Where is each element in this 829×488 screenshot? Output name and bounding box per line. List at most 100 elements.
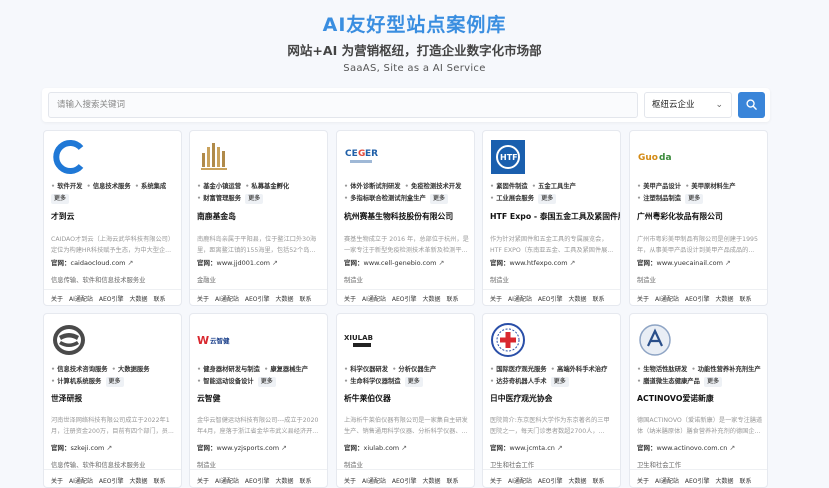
footer-link[interactable]: 大数据 [423,478,441,485]
case-card[interactable]: XIULAB 科学仪器研发 分析仪器生产 生命科学仪器制造 更多析牛莱伯仪器上海析… [336,313,475,488]
more-tags-button[interactable]: 更多 [685,194,704,204]
external-link-icon[interactable]: ↗ [570,259,576,267]
footer-link[interactable]: 大数据 [716,478,734,485]
case-card[interactable]: 基金小镇运营 私募基金孵化 财富管理服务 更多南鹿基金岛南鹿科岛亲属于平阳县，位… [189,130,328,306]
website-link[interactable]: caidaocloud.com [71,259,126,267]
external-link-icon[interactable]: ↗ [128,259,134,267]
more-tags-button[interactable]: 更多 [429,194,448,204]
footer-link[interactable]: 联系 [154,478,166,485]
external-link-icon[interactable]: ↗ [729,444,735,452]
footer-link[interactable]: 大数据 [569,296,587,303]
website-link[interactable]: www.jcmta.cn [510,444,555,452]
category-select[interactable]: 枢纽云企业 ⌄ [644,92,732,118]
footer-link[interactable]: 联系 [447,478,459,485]
footer-link[interactable]: AEO引擎 [538,296,563,303]
external-link-icon[interactable]: ↗ [438,259,444,267]
footer-link[interactable]: 关于 [490,296,502,303]
more-tags-button[interactable]: 更多 [704,377,723,387]
external-link-icon[interactable]: ↗ [557,444,563,452]
footer-link[interactable]: AI通配站 [69,478,93,485]
footer-link[interactable]: 联系 [300,478,312,485]
footer-link[interactable]: AI通配站 [215,478,239,485]
footer-link[interactable]: 联系 [740,478,752,485]
footer-link[interactable]: 大数据 [276,296,294,303]
case-card[interactable]: 信息技术咨询服务 大数据服务 计算机系统服务 更多世泽研报河南世泽网络科技有限公… [43,313,182,488]
footer-link[interactable]: AEO引擎 [685,478,710,485]
footer-link[interactable]: AEO引擎 [99,296,124,303]
footer-link[interactable]: AI通配站 [508,296,532,303]
search-input[interactable] [48,92,638,118]
company-name[interactable]: 广州粤彩化妆品有限公司 [637,211,723,222]
case-card[interactable]: CEGER 体外诊断试剂研发 免疫检测技术开发 多指标联合检测试剂盒生产 更多杭州… [336,130,475,306]
footer-link[interactable]: AI通配站 [655,296,679,303]
footer-link[interactable]: 关于 [197,296,209,303]
footer-link[interactable]: AEO引擎 [245,478,270,485]
footer-link[interactable]: 联系 [593,296,605,303]
company-name[interactable]: 析牛莱伯仪器 [344,393,391,404]
external-link-icon[interactable]: ↗ [106,444,112,452]
company-name[interactable]: 杭州赛基生物科技股份有限公司 [344,211,453,222]
footer-link[interactable]: AEO引擎 [392,478,417,485]
footer-link[interactable]: 大数据 [130,478,148,485]
company-name[interactable]: 世泽研报 [51,393,82,404]
more-tags-button[interactable]: 更多 [550,377,569,387]
footer-link[interactable]: 联系 [447,296,459,303]
footer-link[interactable]: 大数据 [130,296,148,303]
footer-link[interactable]: AI通配站 [655,478,679,485]
company-name[interactable]: HTF Expo - 泰国五金工具及紧固件展 [490,211,620,222]
case-card[interactable]: 软件开发 信息技术服务 系统集成 更多才到云 CAIDAO才到云（上海云武华科技有… [43,130,182,306]
more-tags-button[interactable]: 更多 [257,377,276,387]
footer-link[interactable]: 大数据 [276,478,294,485]
more-tags-button[interactable]: 更多 [51,194,70,204]
footer-link[interactable]: AI通配站 [215,296,239,303]
footer-link[interactable]: 大数据 [423,296,441,303]
footer-link[interactable]: AI通配站 [69,296,93,303]
search-button[interactable] [738,92,765,118]
more-tags-button[interactable]: 更多 [105,377,124,387]
website-link[interactable]: szkeji.com [71,444,105,452]
company-name[interactable]: 日中医疗观光协会 [490,393,552,404]
footer-link[interactable]: 关于 [197,478,209,485]
case-card[interactable]: 生物活性肽研发 功能性营养补充剂生产 膳道微生态健康产品 更多 ACTINOVO爱… [629,313,768,488]
footer-link[interactable]: 关于 [637,296,649,303]
website-link[interactable]: www.yzjsports.com [217,444,280,452]
case-card[interactable]: 国际医疗观光服务 高端外科手术治疗 达芬奇机器人手术 更多日中医疗观光协会医院简… [482,313,621,488]
footer-link[interactable]: AEO引擎 [99,478,124,485]
footer-link[interactable]: AI通配站 [362,478,386,485]
footer-link[interactable]: AI通配站 [508,478,532,485]
case-card[interactable]: HTF 紧固件制造 五金工具生产 工业展会服务 更多 HTF Expo - 泰国五金… [482,130,621,306]
footer-link[interactable]: 关于 [51,478,63,485]
footer-link[interactable]: 关于 [51,296,63,303]
external-link-icon[interactable]: ↗ [401,444,407,452]
footer-link[interactable]: 联系 [593,478,605,485]
footer-link[interactable]: 关于 [344,478,356,485]
footer-link[interactable]: 关于 [344,296,356,303]
external-link-icon[interactable]: ↗ [272,259,278,267]
footer-link[interactable]: 大数据 [569,478,587,485]
website-link[interactable]: www.htfexpo.com [510,259,568,267]
case-card[interactable]: Guoda 美甲产品设计 美甲原材料生产 注塑制品制造 更多广州粤彩化妆品有限公司… [629,130,768,306]
more-tags-button[interactable]: 更多 [404,377,423,387]
website-link[interactable]: xiulab.com [364,444,400,452]
website-link[interactable]: www.actinovo.com.cn [657,444,728,452]
more-tags-button[interactable]: 更多 [245,194,264,204]
footer-link[interactable]: AEO引擎 [538,478,563,485]
footer-link[interactable]: AEO引擎 [245,296,270,303]
footer-link[interactable]: 联系 [740,296,752,303]
footer-link[interactable]: 关于 [637,478,649,485]
website-link[interactable]: www.cell-genebio.com [364,259,437,267]
footer-link[interactable]: 联系 [300,296,312,303]
footer-link[interactable]: AEO引擎 [392,296,417,303]
footer-link[interactable]: 联系 [154,296,166,303]
footer-link[interactable]: AEO引擎 [685,296,710,303]
company-name[interactable]: 云智健 [197,393,220,404]
footer-link[interactable]: AI通配站 [362,296,386,303]
external-link-icon[interactable]: ↗ [281,444,287,452]
footer-link[interactable]: 大数据 [716,296,734,303]
external-link-icon[interactable]: ↗ [725,259,731,267]
company-name[interactable]: ACTINOVO爱诺新康 [637,393,714,404]
more-tags-button[interactable]: 更多 [538,194,557,204]
company-name[interactable]: 南鹿基金岛 [197,211,236,222]
website-link[interactable]: www.jjd001.com [217,259,271,267]
website-link[interactable]: www.yuecainail.com [657,259,723,267]
